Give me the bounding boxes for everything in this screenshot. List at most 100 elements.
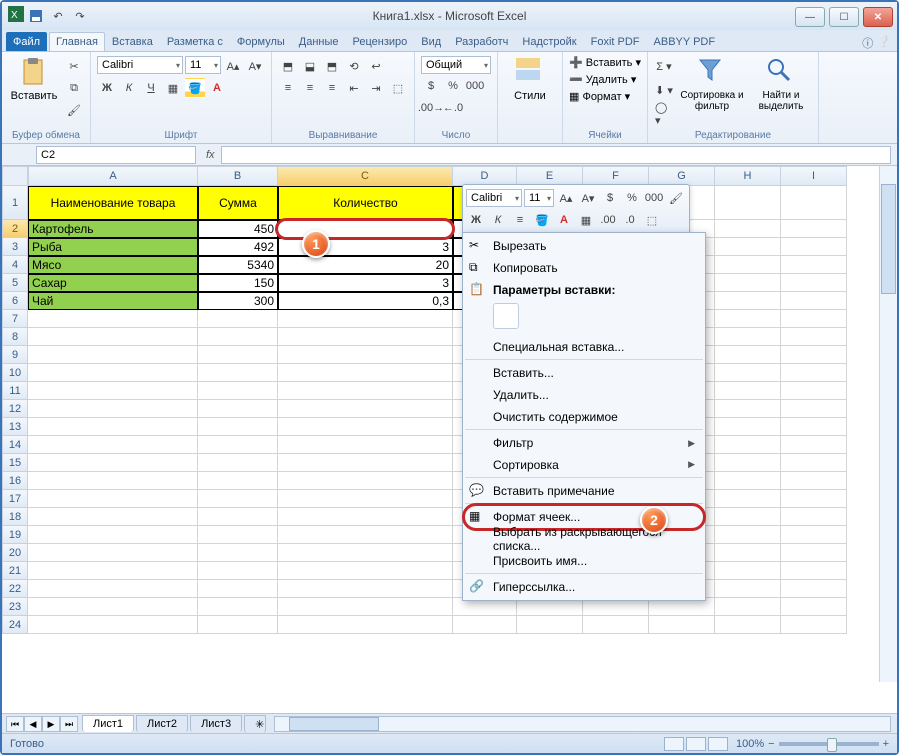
sheet-nav-next[interactable]: ▶ [42,716,60,732]
view-pagebreak-icon[interactable] [708,737,728,751]
row-header[interactable]: 20 [2,544,28,562]
align-top-icon[interactable]: ⬒ [278,56,298,76]
mini-merge-icon[interactable]: ⬚ [642,210,662,230]
horizontal-scrollbar[interactable] [274,716,891,732]
align-middle-icon[interactable]: ⬓ [300,56,320,76]
col-header-f[interactable]: F [583,166,649,186]
cut-icon[interactable]: ✂ [64,56,84,76]
menu-insert[interactable]: Вставить... [465,362,703,384]
mini-percent-icon[interactable]: % [622,188,642,208]
mini-fill-icon[interactable]: 🪣 [532,210,552,230]
number-format-combo[interactable]: Общий [421,56,491,74]
autosum-icon[interactable]: Σ ▾ [654,56,674,76]
mini-shrink-icon[interactable]: A▾ [578,188,598,208]
menu-cut[interactable]: ✂Вырезать [465,235,703,257]
mini-inc-dec-icon[interactable]: .00 [598,210,618,230]
select-all-corner[interactable] [2,166,28,186]
header-sum[interactable]: Сумма [198,186,278,220]
styles-button[interactable]: Стили [504,56,556,102]
sheet-nav-prev[interactable]: ◀ [24,716,42,732]
row-header[interactable]: 1 [2,186,28,220]
close-button[interactable]: ✕ [863,7,893,27]
zoom-control[interactable]: 100% − + [736,738,889,750]
comma-icon[interactable]: 000 [465,76,485,96]
fill-color-icon[interactable]: 🪣 [185,78,205,98]
help-icon[interactable]: ❔ [877,35,891,51]
wrap-text-icon[interactable]: ↩ [366,56,386,76]
indent-inc-icon[interactable]: ⇥ [366,78,386,98]
mini-comma-icon[interactable]: 000 [644,188,664,208]
menu-pick-list[interactable]: Выбрать из раскрывающегося списка... [465,528,703,550]
mini-dec-dec-icon[interactable]: .0 [620,210,640,230]
row-header[interactable]: 22 [2,580,28,598]
view-normal-icon[interactable] [664,737,684,751]
currency-icon[interactable]: $ [421,76,441,96]
tab-abbyy[interactable]: ABBYY PDF [647,32,723,51]
cells-format-button[interactable]: ▦ Формат ▾ [569,90,641,103]
zoom-slider[interactable] [779,742,879,746]
fill-icon[interactable]: ⬇ ▾ [654,80,674,100]
align-center-icon[interactable]: ≡ [300,78,320,98]
grow-font-icon[interactable]: A▴ [223,56,243,76]
sheet-nav-last[interactable]: ⏭ [60,716,78,732]
scroll-thumb[interactable] [289,717,379,731]
font-color-icon[interactable]: A [207,78,227,98]
sort-filter-button[interactable]: Сортировка и фильтр [678,56,746,112]
copy-icon[interactable]: ⧉ [64,78,84,98]
row-header[interactable]: 16 [2,472,28,490]
clear-icon[interactable]: ◯ ▾ [654,104,674,124]
row-header[interactable]: 10 [2,364,28,382]
row-header[interactable]: 11 [2,382,28,400]
mini-painter-icon[interactable]: 🖌 [666,188,686,208]
format-painter-icon[interactable]: 🖌 [64,100,84,120]
paste-button[interactable]: Вставить [8,56,60,102]
sheet-tab-new[interactable]: ✳ [244,715,266,733]
formula-bar[interactable] [221,146,891,164]
inc-decimal-icon[interactable]: .00→ [421,98,441,118]
tab-review[interactable]: Рецензиро [346,32,415,51]
menu-define-name[interactable]: Присвоить имя... [465,550,703,574]
bold-icon[interactable]: Ж [97,78,117,98]
mini-size-combo[interactable]: 11 [524,189,554,207]
col-header-i[interactable]: I [781,166,847,186]
row-header[interactable]: 24 [2,616,28,634]
tab-view[interactable]: Вид [414,32,448,51]
zoom-in-icon[interactable]: + [883,738,889,750]
menu-delete[interactable]: Удалить... [465,384,703,406]
sheet-tab-2[interactable]: Лист2 [136,715,188,732]
underline-icon[interactable]: Ч [141,78,161,98]
sheet-tab-3[interactable]: Лист3 [190,715,242,732]
sheet-nav-first[interactable]: ⏮ [6,716,24,732]
tab-developer[interactable]: Разработч [448,32,515,51]
maximize-button[interactable]: ☐ [829,7,859,27]
mini-align-icon[interactable]: ≡ [510,210,530,230]
col-header-e[interactable]: E [517,166,583,186]
header-qty[interactable]: Количество [278,186,453,220]
tab-addins[interactable]: Надстройк [515,32,583,51]
merge-icon[interactable]: ⬚ [388,78,408,98]
fx-icon[interactable]: fx [206,149,215,161]
mini-bold-icon[interactable]: Ж [466,210,486,230]
menu-clear[interactable]: Очистить содержимое [465,406,703,430]
row-header[interactable]: 14 [2,436,28,454]
row-header[interactable]: 21 [2,562,28,580]
cells-insert-button[interactable]: ➕ Вставить ▾ [569,56,641,69]
menu-sort[interactable]: Сортировка▶ [465,454,703,478]
mini-font-combo[interactable]: Calibri [466,189,522,207]
align-bottom-icon[interactable]: ⬒ [322,56,342,76]
row-header[interactable]: 2 [2,220,28,238]
mini-currency-icon[interactable]: $ [600,188,620,208]
mini-font-color-icon[interactable]: A [554,210,574,230]
orientation-icon[interactable]: ⟲ [344,56,364,76]
minimize-button[interactable]: — [795,7,825,27]
vertical-scrollbar[interactable] [879,166,897,682]
col-header-c[interactable]: C [278,166,453,186]
tab-home[interactable]: Главная [49,32,105,51]
header-name[interactable]: Наименование товара [28,186,198,220]
tab-formulas[interactable]: Формулы [230,32,292,51]
row-header[interactable]: 19 [2,526,28,544]
mini-grow-icon[interactable]: A▴ [556,188,576,208]
menu-filter[interactable]: Фильтр▶ [465,432,703,454]
row-header[interactable]: 9 [2,346,28,364]
font-size-combo[interactable]: 11 [185,56,221,74]
